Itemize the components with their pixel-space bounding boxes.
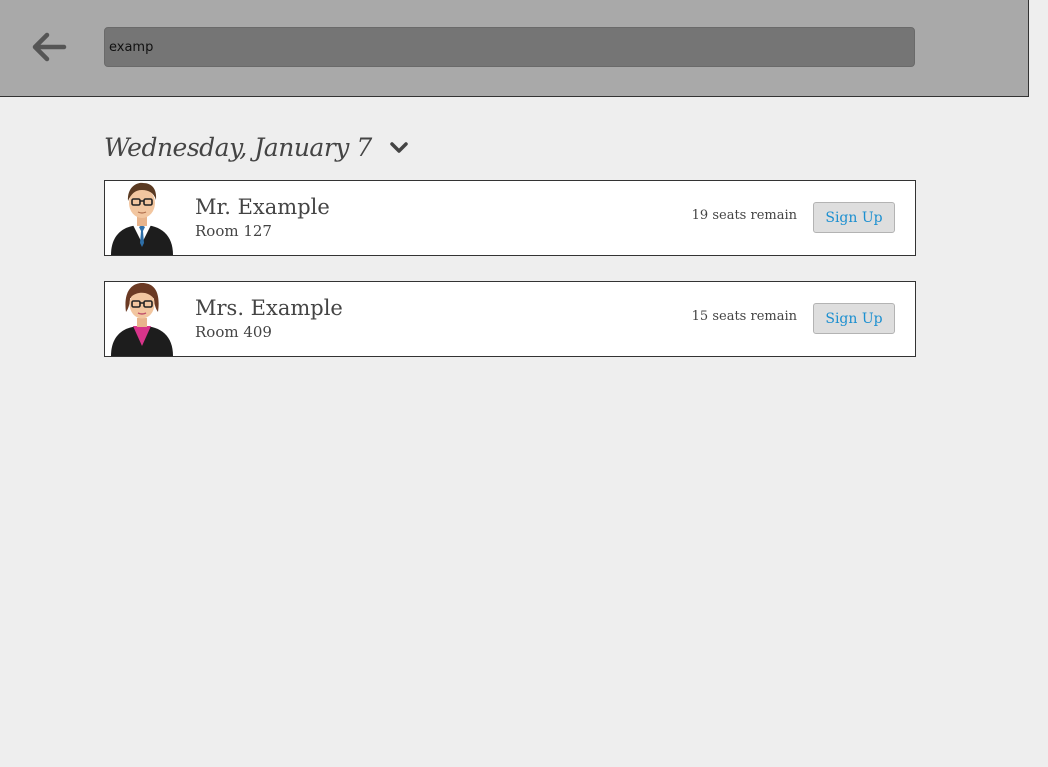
sign-up-button[interactable]: Sign Up [813, 303, 895, 334]
teacher-card: Mr. Example Room 127 19 seats remain Sig… [104, 180, 916, 256]
date-label: Wednesday, January 7 [104, 132, 372, 162]
top-bar [0, 0, 1029, 97]
female-teacher-avatar [111, 283, 173, 356]
seats-remaining: 19 seats remain [691, 208, 797, 223]
teacher-room: Room 127 [195, 222, 272, 240]
back-arrow-icon[interactable] [28, 28, 70, 66]
teacher-room: Room 409 [195, 323, 272, 341]
date-selector[interactable]: Wednesday, January 7 [104, 124, 410, 170]
sign-up-button[interactable]: Sign Up [813, 202, 895, 233]
male-teacher-avatar [111, 182, 173, 255]
teacher-name: Mrs. Example [195, 296, 343, 320]
teacher-card: Mrs. Example Room 409 15 seats remain Si… [104, 281, 916, 357]
seats-remaining: 15 seats remain [691, 309, 797, 324]
teacher-name: Mr. Example [195, 195, 330, 219]
search-input[interactable] [104, 27, 915, 67]
chevron-down-icon[interactable] [388, 136, 410, 158]
